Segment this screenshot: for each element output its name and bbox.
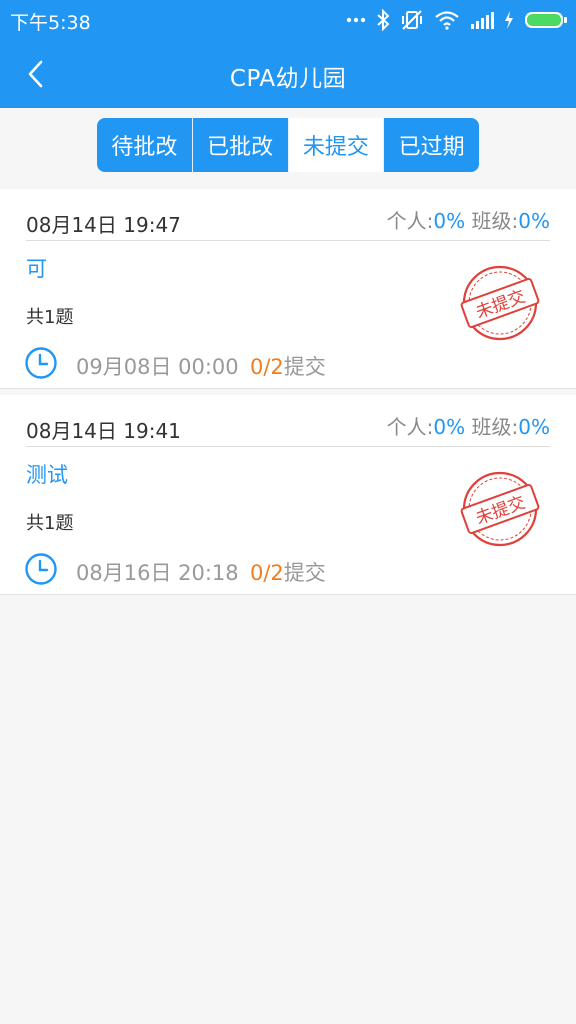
tab-pending[interactable]: 待批改	[97, 118, 192, 172]
divider	[26, 446, 550, 447]
class-percent: 0%	[518, 209, 550, 233]
clock-icon	[25, 553, 57, 585]
assignment-date: 08月14日 19:47	[26, 213, 181, 237]
assignment-card[interactable]: 08月14日 19:47 个人:0% 班级:0% 可 共1题 09月08日 00…	[0, 189, 576, 389]
bluetooth-icon	[376, 9, 390, 31]
page-title: CPA幼儿园	[229, 66, 347, 92]
submission-count: 0/2	[250, 561, 284, 585]
battery-icon	[524, 10, 568, 30]
question-count: 共1题	[26, 513, 74, 534]
assignment-name[interactable]: 测试	[26, 459, 68, 489]
personal-percent: 0%	[433, 209, 466, 233]
deadline: 09月08日 00:00	[76, 355, 239, 379]
status-time: 下午5:38	[10, 12, 91, 34]
personal-label: 个人:	[386, 415, 434, 439]
submission-progress: 0/2提交	[250, 557, 326, 587]
tab-not-submitted[interactable]: 未提交	[287, 118, 384, 172]
tab-graded[interactable]: 已批改	[191, 118, 288, 172]
charging-icon	[504, 10, 514, 30]
assignment-stats: 个人:0% 班级:0%	[387, 205, 550, 234]
status-bar: 下午5:38	[0, 0, 576, 40]
class-label: 班级:	[471, 209, 519, 233]
personal-label: 个人:	[386, 209, 434, 233]
class-percent: 0%	[518, 415, 550, 439]
not-submitted-stamp-icon: 未提交	[460, 471, 540, 547]
clock-icon	[25, 347, 57, 379]
assignment-card[interactable]: 08月14日 19:41 个人:0% 班级:0% 测试 共1题 08月16日 2…	[0, 395, 576, 595]
not-submitted-stamp-icon: 未提交	[460, 265, 540, 341]
tab-expired[interactable]: 已过期	[383, 118, 479, 172]
tab-bar: 待批改 已批改 未提交 已过期	[97, 118, 479, 172]
question-count: 共1题	[26, 307, 74, 328]
signal-icon	[470, 11, 494, 29]
personal-percent: 0%	[433, 415, 466, 439]
deadline: 08月16日 20:18	[76, 561, 239, 585]
submit-label: 提交	[283, 355, 326, 379]
assignment-date: 08月14日 19:41	[26, 419, 181, 443]
wifi-icon	[434, 10, 460, 30]
class-label: 班级:	[471, 415, 519, 439]
tab-bar-area: 待批改 已批改 未提交 已过期	[0, 108, 576, 188]
status-icons	[346, 6, 568, 34]
submit-label: 提交	[283, 561, 326, 585]
vibrate-icon	[400, 9, 424, 31]
submission-count: 0/2	[250, 355, 284, 379]
submission-progress: 0/2提交	[250, 351, 326, 381]
assignment-name[interactable]: 可	[26, 253, 47, 283]
assignment-stats: 个人:0% 班级:0%	[387, 411, 550, 440]
divider	[26, 240, 550, 241]
more-dots-icon	[346, 17, 366, 23]
app-bar: CPA幼儿园	[0, 40, 576, 108]
